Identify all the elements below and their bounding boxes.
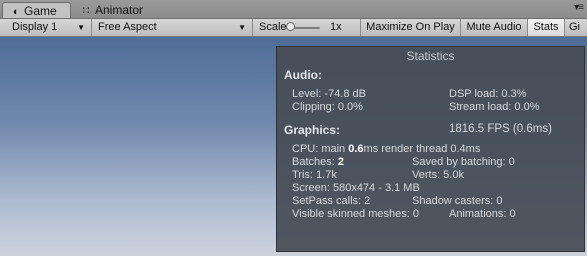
cpu-main-value: 0.6 <box>348 143 364 155</box>
aspect-dropdown[interactable]: Free Aspect ▼ <box>92 19 253 36</box>
audio-heading: Audio: <box>284 68 322 82</box>
batches-prefix: Batches: <box>292 156 338 168</box>
animator-icon: ∷ <box>82 5 90 17</box>
animations: Animations: 0 <box>449 208 516 220</box>
mute-audio-toggle[interactable]: Mute Audio <box>461 19 528 36</box>
stats-toggle[interactable]: Stats <box>528 19 565 36</box>
fps-value: 1816.5 FPS (0.6ms) <box>449 123 552 135</box>
scale-slider-handle[interactable] <box>286 22 295 31</box>
gizmos-dropdown[interactable]: Gi <box>565 19 587 36</box>
chevron-down-icon: ▼ <box>238 23 246 32</box>
game-toolbar: Display 1 ▼ Free Aspect ▼ Scale 1x Maxim… <box>0 19 587 37</box>
visible-skinned-meshes: Visible skinned meshes: 0 <box>292 208 419 220</box>
mute-audio-label: Mute Audio <box>466 21 522 33</box>
cpu-timing: CPU: main 0.6ms render thread 0.4ms <box>292 143 480 155</box>
display-dropdown[interactable]: Display 1 ▼ <box>0 19 92 36</box>
screen-info: Screen: 580x474 - 3.1 MB <box>292 182 420 194</box>
chevron-down-icon: ▼ <box>77 23 85 32</box>
maximize-on-play-toggle[interactable]: Maximize On Play <box>361 19 461 36</box>
shadow-casters: Shadow casters: 0 <box>412 195 503 207</box>
game-icon: ◖ <box>11 6 19 18</box>
aspect-dropdown-label: Free Aspect <box>98 21 157 33</box>
audio-level: Level: -74.8 dB <box>292 88 366 100</box>
statistics-title: Statistics <box>406 49 455 63</box>
tris: Tris: 1.7k <box>292 169 337 181</box>
tab-menu-icon[interactable]: ▾≡ <box>574 2 584 13</box>
stats-label: Stats <box>533 21 559 33</box>
cpu-prefix: CPU: main <box>292 143 349 155</box>
maximize-on-play-label: Maximize On Play <box>366 21 455 33</box>
dsp-load: DSP load: 0.3% <box>449 88 527 100</box>
batches: Batches: 2 <box>292 156 344 168</box>
tab-bar: ◖ Game ∷ Animator ▾≡ <box>0 0 587 19</box>
saved-by-batching: Saved by batching: 0 <box>412 156 515 168</box>
stream-load: Stream load: 0.0% <box>449 101 540 113</box>
scale-control: Scale 1x <box>253 19 361 36</box>
tab-animator-label: Animator <box>95 3 144 17</box>
tab-game[interactable]: ◖ Game <box>2 2 71 18</box>
scale-label: Scale <box>259 21 287 33</box>
gizmos-label: Gi <box>569 21 580 33</box>
graphics-heading: Graphics: <box>284 123 341 137</box>
tab-animator[interactable]: ∷ Animator <box>74 2 154 18</box>
statistics-panel: Statistics Audio: Level: -74.8 dB Clippi… <box>276 46 585 252</box>
batches-value: 2 <box>337 156 344 168</box>
cpu-suffix: ms render thread 0.4ms <box>363 143 481 155</box>
scale-value: 1x <box>330 21 342 33</box>
setpass-calls: SetPass calls: 2 <box>292 195 371 207</box>
tab-game-label: Game <box>24 4 57 18</box>
display-dropdown-label: Display 1 <box>12 21 58 33</box>
audio-clipping: Clipping: 0.0% <box>292 101 363 113</box>
verts: Verts: 5.0k <box>412 169 464 181</box>
